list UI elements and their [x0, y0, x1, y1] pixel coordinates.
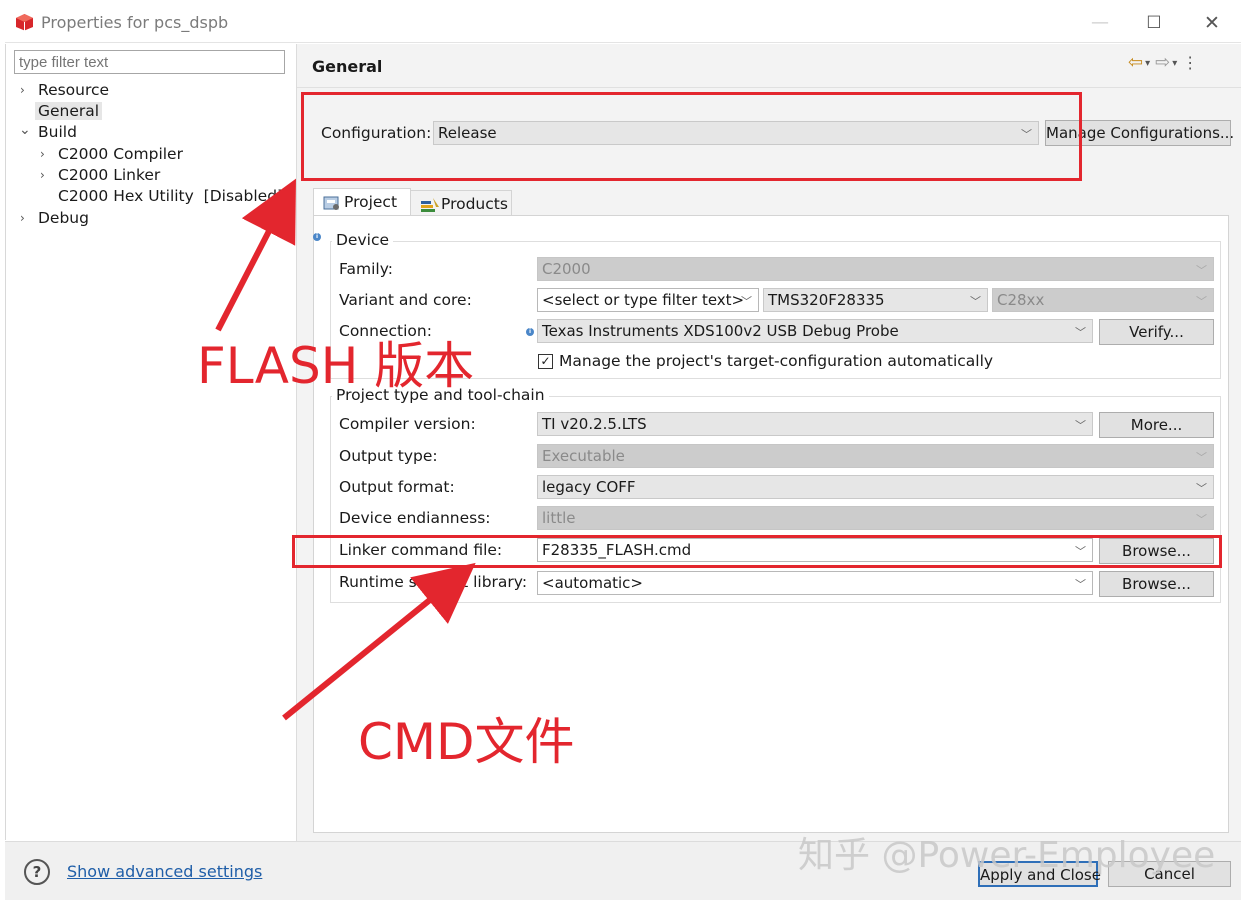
arrow-to-linker-file — [282, 562, 476, 721]
cmd-file-annotation: CMD文件 — [358, 713, 575, 771]
arrow-to-configuration — [215, 178, 296, 332]
flash-version-annotation: FLASH 版本 — [197, 337, 475, 395]
annotation-arrows — [215, 178, 476, 721]
